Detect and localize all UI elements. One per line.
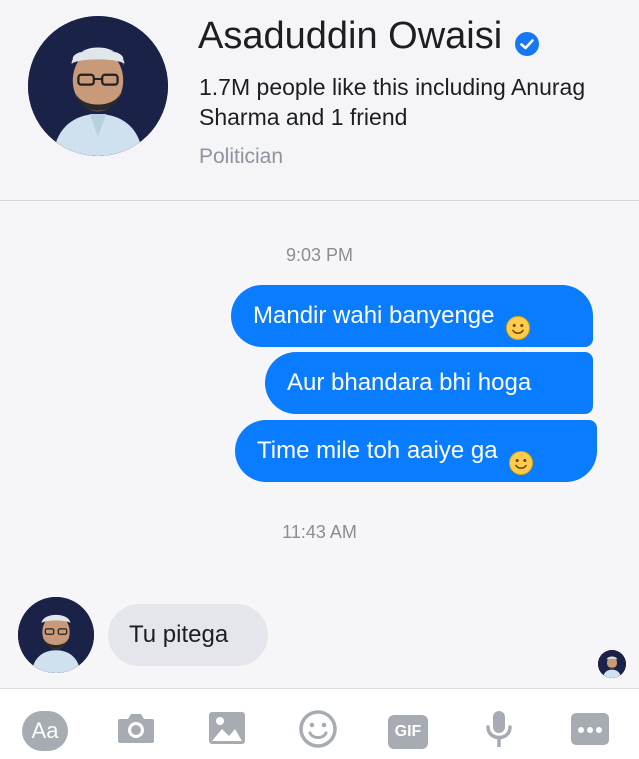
profile-avatar[interactable] — [28, 16, 168, 156]
emoji-icon[interactable] — [298, 709, 338, 749]
sender-avatar[interactable] — [18, 597, 94, 673]
read-receipt-avatar — [598, 650, 626, 678]
outgoing-message[interactable]: Time mile toh aaiye ga — [235, 420, 597, 482]
aa-label: Aa — [31, 718, 59, 743]
message-text: Aur bhandara bhi hoga — [287, 369, 532, 396]
page-title[interactable]: Asaduddin Owaisi — [198, 14, 540, 58]
page-name-text: Asaduddin Owaisi — [198, 15, 503, 57]
message-text: Tu pitega — [129, 621, 229, 648]
outgoing-message[interactable]: Mandir wahi banyenge — [231, 285, 593, 347]
composer-toolbar: Aa GIF — [0, 688, 639, 759]
message-text: Mandir wahi banyenge — [253, 302, 495, 329]
image-icon[interactable] — [208, 709, 246, 749]
microphone-icon[interactable] — [484, 709, 514, 749]
more-icon[interactable] — [570, 709, 610, 749]
person-portrait-icon — [598, 650, 626, 678]
timestamp: 9:03 PM — [285, 245, 354, 265]
message-text: Time mile toh aaiye ga — [257, 437, 498, 464]
person-portrait-icon — [28, 16, 168, 156]
page-category: Politician — [199, 145, 284, 168]
incoming-message[interactable]: Tu pitega — [108, 604, 268, 666]
camera-icon[interactable] — [116, 709, 156, 749]
aa-icon[interactable]: Aa — [22, 711, 68, 751]
outgoing-message[interactable]: Aur bhandara bhi hoga — [265, 352, 593, 414]
timestamp: 11:43 AM — [282, 522, 357, 542]
verified-badge-icon — [514, 23, 540, 56]
gif-icon[interactable]: GIF — [388, 715, 428, 749]
slightly-smiling-face-icon — [508, 438, 534, 475]
person-portrait-icon — [18, 597, 94, 673]
likes-summary: 1.7M people like this including Anurag S… — [199, 74, 586, 130]
gif-label: GIF — [394, 723, 422, 740]
page-header: Asaduddin Owaisi 1.7M people like this i… — [0, 0, 639, 201]
slightly-smiling-face-icon — [505, 303, 531, 340]
